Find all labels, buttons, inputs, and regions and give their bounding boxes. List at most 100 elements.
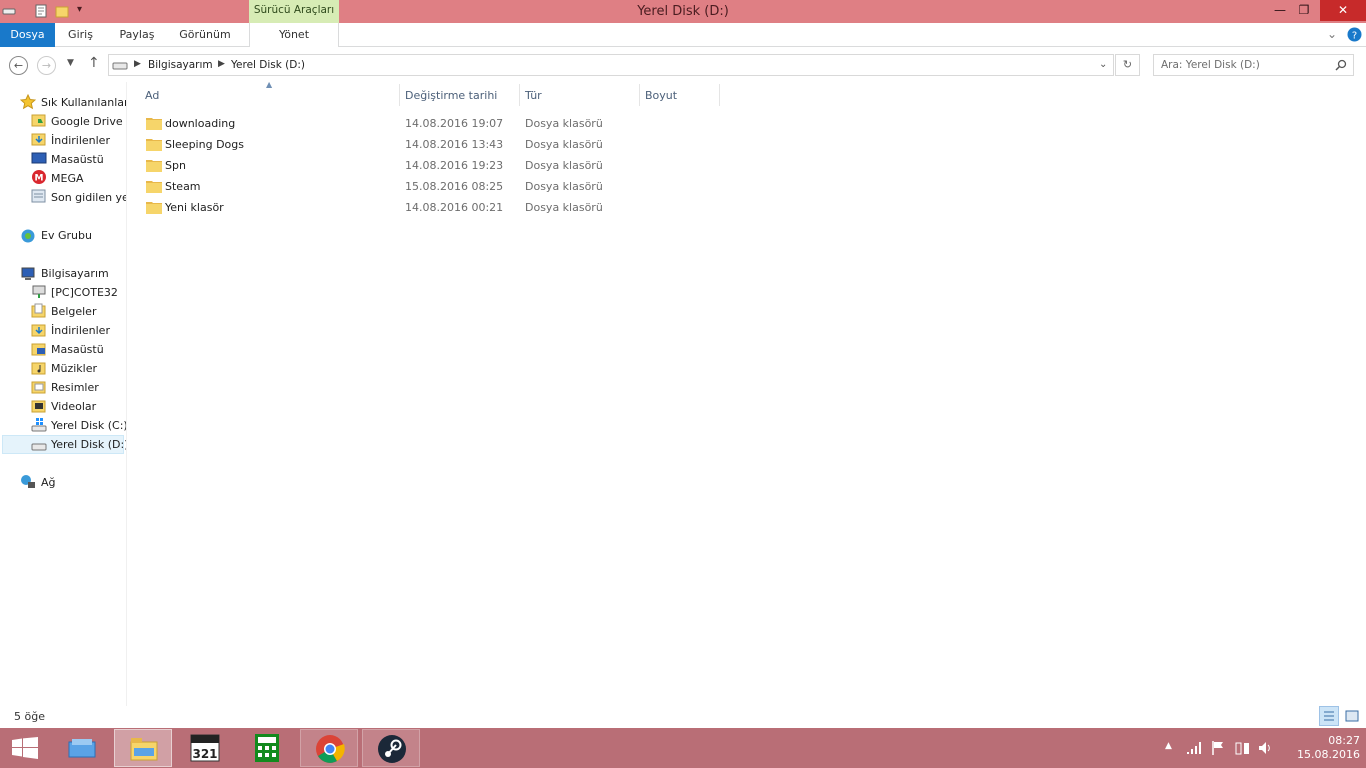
breadcrumb-drive[interactable]: Yerel Disk (D:): [231, 59, 305, 71]
nav-recent-places[interactable]: Son gidilen ye: [51, 188, 126, 207]
taskbar-explorer[interactable]: [53, 729, 111, 767]
taskbar-chrome[interactable]: [300, 729, 358, 767]
title-bar: ▾ Sürücü Araçları Yerel Disk (D:) — ❐ ✕: [0, 0, 1366, 23]
nav-computer[interactable]: Bilgisayarım: [41, 264, 109, 283]
address-dropdown-icon[interactable]: ⌄: [1099, 59, 1107, 70]
table-row[interactable]: Yeni klasör 14.08.2016 00:21 Dosya klasö…: [140, 198, 640, 219]
navigation-bar: ← → ▼ ↑ ▶ Bilgisayarım ▶ Yerel Disk (D:)…: [0, 48, 1366, 82]
maximize-button[interactable]: ❐: [1289, 0, 1319, 21]
details-view-button[interactable]: [1319, 706, 1339, 726]
table-row[interactable]: Sleeping Dogs 14.08.2016 13:43 Dosya kla…: [140, 135, 640, 156]
column-date[interactable]: Değiştirme tarihi: [405, 89, 497, 102]
file-explorer-icon: [68, 739, 96, 758]
navigation-pane: Sık Kullanılanlar Google Drive İndirilen…: [0, 82, 127, 706]
mega-icon: M: [32, 170, 46, 184]
desktop-icon: [31, 152, 47, 164]
file-date: 14.08.2016 19:23: [405, 159, 504, 172]
downloads-icon: [31, 324, 46, 337]
nav-videos[interactable]: Videolar: [51, 397, 96, 416]
videos-icon: [31, 400, 46, 413]
close-button[interactable]: ✕: [1320, 0, 1366, 21]
nav-desktop-pc[interactable]: Masaüstü: [51, 340, 104, 359]
column-divider[interactable]: [719, 84, 720, 106]
network-drive-icon: [32, 285, 46, 298]
recent-locations-icon[interactable]: ▼: [67, 58, 74, 68]
window-title: Yerel Disk (D:): [637, 4, 729, 19]
column-divider[interactable]: [639, 84, 640, 106]
details-view-icon: [1324, 711, 1334, 721]
nav-local-disk-c[interactable]: Yerel Disk (C:): [51, 416, 126, 435]
google-drive-icon: [31, 114, 46, 127]
tab-view[interactable]: Görünüm: [172, 23, 238, 47]
nav-music[interactable]: Müzikler: [51, 359, 97, 378]
volume-icon[interactable]: [1258, 740, 1274, 756]
windows-drive-icon: [31, 418, 47, 432]
desktop-folder-icon: [31, 343, 46, 356]
up-button[interactable]: ↑: [88, 55, 100, 71]
folder-icon: [130, 738, 158, 761]
battery-icon[interactable]: [1235, 740, 1251, 756]
drive-icon: [112, 62, 128, 70]
nav-desktop[interactable]: Masaüstü: [51, 150, 104, 169]
large-icons-view-button[interactable]: [1342, 706, 1362, 726]
taskbar-calculator[interactable]: [238, 729, 296, 767]
show-hidden-icons-icon[interactable]: ▲: [1165, 741, 1172, 751]
file-date: 14.08.2016 13:43: [405, 138, 504, 151]
nav-homegroup[interactable]: Ev Grubu: [41, 226, 92, 245]
back-button[interactable]: ←: [9, 56, 28, 75]
nav-google-drive[interactable]: Google Drive: [51, 112, 123, 131]
nav-downloads-pc[interactable]: İndirilenler: [51, 321, 110, 340]
signal-icon[interactable]: [1186, 741, 1202, 755]
clock[interactable]: 08:27 15.08.2016: [1280, 734, 1360, 762]
search-icon[interactable]: [1335, 59, 1347, 71]
folder-icon: [146, 160, 162, 172]
music-icon: [31, 362, 46, 375]
column-divider[interactable]: [519, 84, 520, 106]
nav-network[interactable]: Ağ: [41, 473, 56, 492]
column-divider[interactable]: [399, 84, 400, 106]
taskbar-file-explorer[interactable]: [114, 729, 172, 767]
start-button[interactable]: [12, 737, 38, 759]
file-date: 14.08.2016 00:21: [405, 201, 504, 214]
search-placeholder: Ara: Yerel Disk (D:): [1161, 59, 1260, 71]
expand-ribbon-icon[interactable]: ⌄: [1327, 27, 1337, 41]
file-name: Spn: [165, 159, 186, 172]
media-player-classic-icon: 321: [190, 734, 220, 762]
file-name: downloading: [165, 117, 236, 130]
folder-icon: [146, 202, 162, 214]
column-type[interactable]: Tür: [525, 89, 542, 102]
nav-pc-cote32[interactable]: [PC]COTE32: [51, 283, 118, 302]
address-bar[interactable]: ▶ Bilgisayarım ▶ Yerel Disk (D:) ⌄: [108, 54, 1114, 76]
homegroup-icon: [21, 229, 35, 243]
refresh-button[interactable]: ↻: [1115, 54, 1140, 76]
status-item-count: 5 öğe: [14, 710, 45, 723]
column-name[interactable]: Ad: [145, 89, 159, 102]
breadcrumb-computer[interactable]: Bilgisayarım: [148, 59, 213, 71]
favorites-header[interactable]: Sık Kullanılanlar: [41, 93, 126, 112]
breadcrumb-separator-icon: ▶: [218, 59, 225, 69]
nav-local-disk-d[interactable]: Yerel Disk (D:): [51, 435, 126, 454]
computer-icon: [21, 267, 35, 280]
nav-documents[interactable]: Belgeler: [51, 302, 96, 321]
nav-mega[interactable]: MEGA: [51, 169, 84, 188]
recent-places-icon: [31, 189, 46, 203]
taskbar-steam[interactable]: [362, 729, 420, 767]
column-size[interactable]: Boyut: [645, 89, 677, 102]
table-row[interactable]: Steam 15.08.2016 08:25 Dosya klasörü: [140, 177, 640, 198]
nav-downloads[interactable]: İndirilenler: [51, 131, 110, 150]
nav-pictures[interactable]: Resimler: [51, 378, 99, 397]
tab-file[interactable]: Dosya: [0, 23, 55, 47]
table-row[interactable]: downloading 14.08.2016 19:07 Dosya klasö…: [140, 114, 640, 135]
search-input[interactable]: Ara: Yerel Disk (D:): [1153, 54, 1354, 76]
table-row[interactable]: Spn 14.08.2016 19:23 Dosya klasörü: [140, 156, 640, 177]
action-center-flag-icon[interactable]: [1211, 740, 1225, 756]
breadcrumb-separator-icon: ▶: [134, 59, 141, 69]
svg-text:321: 321: [192, 747, 217, 761]
tab-home[interactable]: Giriş: [58, 23, 103, 47]
tab-share[interactable]: Paylaş: [112, 23, 162, 47]
taskbar: 321 ▲ 08:27 15.08.2016: [0, 728, 1366, 768]
taskbar-media-player[interactable]: 321: [176, 729, 234, 767]
help-icon[interactable]: ?: [1347, 27, 1362, 42]
tab-manage[interactable]: Yönet: [249, 23, 339, 47]
forward-button[interactable]: →: [37, 56, 56, 75]
